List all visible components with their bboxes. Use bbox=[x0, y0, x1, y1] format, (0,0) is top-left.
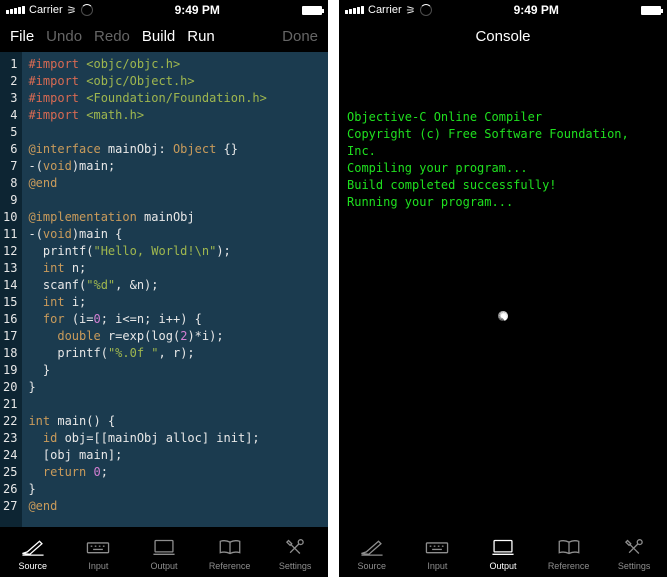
carrier-label: Carrier bbox=[29, 4, 63, 16]
battery-icon bbox=[302, 6, 322, 15]
clock: 9:49 PM bbox=[175, 3, 220, 17]
tab-reference[interactable]: Reference bbox=[536, 534, 602, 571]
tab-settings[interactable]: Settings bbox=[601, 534, 667, 571]
console-output: Objective-C Online CompilerCopyright (c)… bbox=[339, 52, 667, 527]
editor-toolbar: File Undo Redo Build Run Done bbox=[0, 20, 328, 52]
tab-output[interactable]: Output bbox=[470, 534, 536, 571]
loading-spinner-icon bbox=[489, 314, 517, 342]
wifi-icon: ⚞ bbox=[67, 4, 77, 17]
undo-button[interactable]: Undo bbox=[46, 28, 82, 45]
tab-label: Input bbox=[88, 561, 108, 571]
console-title-bar: Console bbox=[339, 20, 667, 52]
keyboard-icon bbox=[84, 534, 112, 560]
carrier-label: Carrier bbox=[368, 4, 402, 16]
tab-label: Input bbox=[427, 561, 447, 571]
activity-spinner-icon bbox=[81, 4, 93, 16]
status-bar: Carrier ⚞ 9:49 PM bbox=[0, 0, 328, 20]
tab-input[interactable]: Input bbox=[66, 534, 132, 571]
screen-icon bbox=[150, 534, 178, 560]
code-area[interactable]: #import <objc/objc.h>#import <objc/Objec… bbox=[22, 52, 328, 527]
tab-label: Reference bbox=[548, 561, 590, 571]
tools-icon bbox=[281, 534, 309, 560]
phone-console: Carrier ⚞ 9:49 PM Console Objective-C On… bbox=[339, 0, 667, 577]
screen-icon bbox=[489, 534, 517, 560]
activity-spinner-icon bbox=[420, 4, 432, 16]
keyboard-icon bbox=[423, 534, 451, 560]
pen-icon bbox=[358, 534, 386, 560]
tab-settings[interactable]: Settings bbox=[262, 534, 328, 571]
phone-source: Carrier ⚞ 9:49 PM File Undo Redo Build R… bbox=[0, 0, 328, 577]
console-title: Console bbox=[475, 28, 530, 45]
code-editor[interactable]: 1234567891011121314151617181920212223242… bbox=[0, 52, 328, 527]
line-gutter: 1234567891011121314151617181920212223242… bbox=[0, 52, 22, 527]
tab-bar: Source Input Output Reference Settings bbox=[339, 527, 667, 577]
tools-icon bbox=[620, 534, 648, 560]
signal-icon bbox=[345, 6, 364, 14]
signal-icon bbox=[6, 6, 25, 14]
tab-output[interactable]: Output bbox=[131, 534, 197, 571]
wifi-icon: ⚞ bbox=[406, 4, 416, 17]
tab-input[interactable]: Input bbox=[405, 534, 471, 571]
tab-label: Output bbox=[489, 561, 516, 571]
run-button[interactable]: Run bbox=[187, 28, 215, 45]
tab-label: Output bbox=[150, 561, 177, 571]
tab-label: Reference bbox=[209, 561, 251, 571]
build-button[interactable]: Build bbox=[142, 28, 175, 45]
battery-icon bbox=[641, 6, 661, 15]
tab-label: Source bbox=[19, 561, 48, 571]
tab-source[interactable]: Source bbox=[0, 534, 66, 571]
book-icon bbox=[216, 534, 244, 560]
tab-reference[interactable]: Reference bbox=[197, 534, 263, 571]
clock: 9:49 PM bbox=[514, 3, 559, 17]
tab-bar: Source Input Output Reference Settings bbox=[0, 527, 328, 577]
pen-icon bbox=[19, 534, 47, 560]
tab-source[interactable]: Source bbox=[339, 534, 405, 571]
book-icon bbox=[555, 534, 583, 560]
status-bar: Carrier ⚞ 9:49 PM bbox=[339, 0, 667, 20]
tab-label: Settings bbox=[279, 561, 312, 571]
done-button[interactable]: Done bbox=[282, 28, 318, 45]
tab-label: Settings bbox=[618, 561, 651, 571]
file-menu[interactable]: File bbox=[10, 28, 34, 45]
redo-button[interactable]: Redo bbox=[94, 28, 130, 45]
tab-label: Source bbox=[358, 561, 387, 571]
